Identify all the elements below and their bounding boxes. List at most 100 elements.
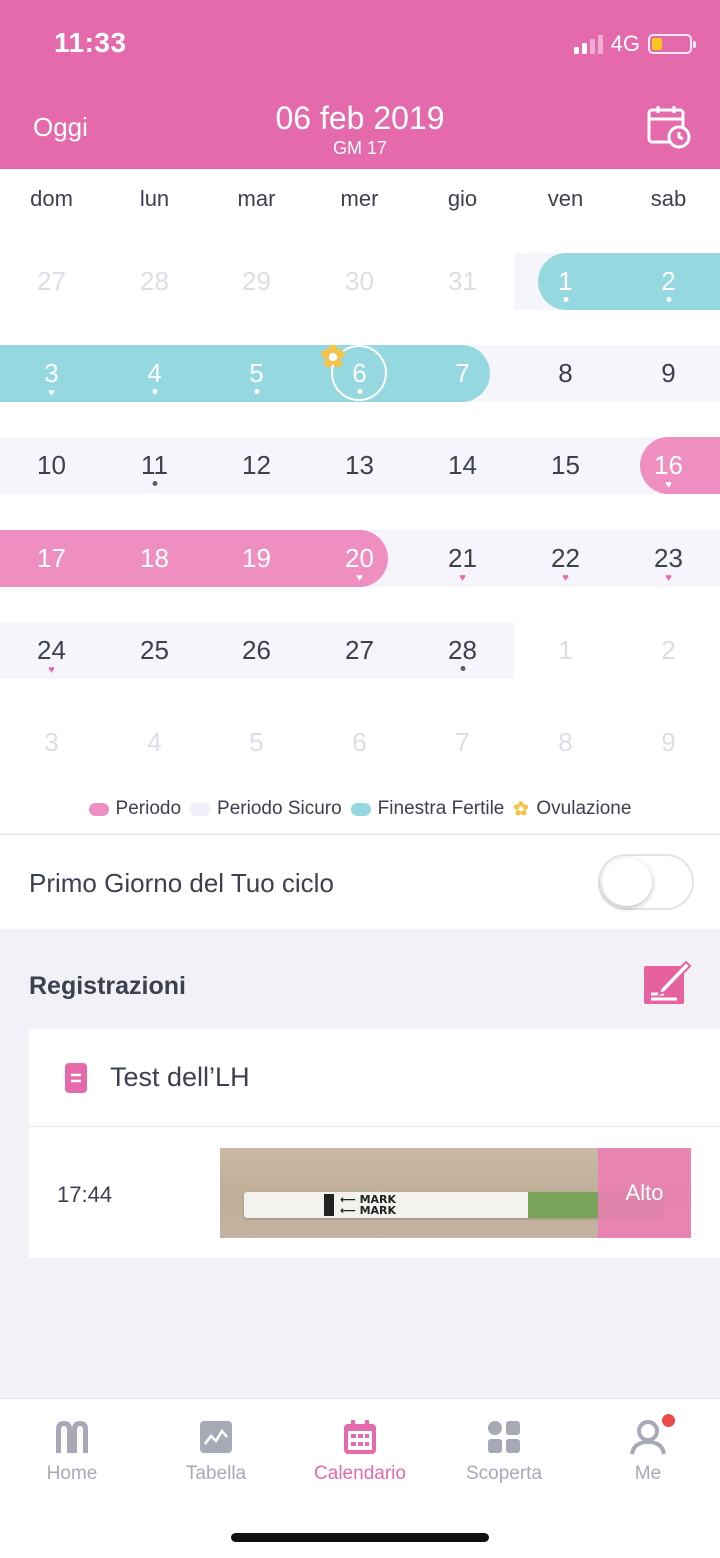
home-indicator[interactable]: [231, 1533, 489, 1542]
tab-home[interactable]: Home: [0, 1417, 144, 1485]
day-number: 22: [551, 543, 580, 573]
calendar-day[interactable]: 8: [514, 714, 617, 771]
calendar-clock-icon[interactable]: [646, 104, 692, 150]
day-number: 24: [37, 635, 66, 665]
tab-calendar[interactable]: Calendario: [288, 1417, 432, 1485]
heart-icon: ♥: [356, 572, 363, 584]
day-number: 23: [654, 543, 683, 573]
calendar-day[interactable]: 6: [308, 714, 411, 771]
calendar-day[interactable]: 18: [103, 530, 206, 587]
ovulation-flower-icon: [321, 344, 345, 368]
calendar-day[interactable]: 28: [103, 253, 206, 310]
network-type: 4G: [610, 31, 640, 56]
chart-icon: [200, 1421, 232, 1453]
tab-home-label: Home: [46, 1463, 98, 1484]
weekday-lun: lun: [139, 186, 170, 211]
calendar-day[interactable]: 8: [514, 345, 617, 402]
first-day-label: Primo Giorno del Tuo ciclo: [29, 868, 334, 898]
day-number: 20: [345, 543, 374, 573]
calendar-day[interactable]: 28: [411, 622, 514, 679]
calendar-day[interactable]: 17: [0, 530, 103, 587]
lh-strip-photo[interactable]: ⟵ MARK ⟵ MARK Alto: [220, 1148, 691, 1238]
calendar-day[interactable]: 9: [617, 714, 720, 771]
calendar-day[interactable]: 4: [103, 714, 206, 771]
weekday-mar: mar: [237, 186, 276, 211]
calendar-day[interactable]: 7: [411, 345, 514, 402]
calendar-day[interactable]: 23 ♥: [617, 530, 720, 587]
legend-safe: Periodo Sicuro: [190, 798, 342, 820]
calendar-day[interactable]: 12: [205, 437, 308, 494]
calendar-day[interactable]: 3: [0, 714, 103, 771]
calendar-day[interactable]: 10: [0, 437, 103, 494]
calendar-day[interactable]: 19: [205, 530, 308, 587]
document-icon: [65, 1063, 87, 1093]
day-number: 2: [661, 266, 676, 296]
lh-test-card[interactable]: Test dell’LH 17:44 ⟵ MARK ⟵ MARK Alto: [29, 1029, 720, 1258]
calendar-day[interactable]: 30: [308, 253, 411, 310]
calendar-day[interactable]: 11: [103, 437, 206, 494]
calendar-day[interactable]: 9: [617, 345, 720, 402]
calendar-day[interactable]: 25: [103, 622, 206, 679]
note-dot: [563, 297, 568, 302]
tab-discover[interactable]: Scoperta: [432, 1417, 576, 1485]
calendar-day[interactable]: 27: [308, 622, 411, 679]
day-number: 1: [558, 266, 573, 296]
note-dot: [152, 389, 157, 394]
header-date: 06 feb 2019: [275, 100, 445, 136]
calendar-icon: [344, 1420, 376, 1454]
notification-badge: [662, 1414, 675, 1427]
heart-icon: ♥: [665, 572, 672, 584]
calendar-day[interactable]: 24 ♥: [0, 622, 103, 679]
day-number: 4: [147, 358, 162, 388]
heart-icon: ♥: [665, 479, 672, 491]
calendar-day[interactable]: 15: [514, 437, 617, 494]
heart-icon: ♥: [459, 572, 466, 584]
tab-chart[interactable]: Tabella: [144, 1417, 288, 1485]
status-indicators: 4G: [573, 31, 696, 57]
calendar-day[interactable]: 7: [411, 714, 514, 771]
ovulation-flower-icon: [514, 801, 529, 816]
first-day-toggle[interactable]: [598, 854, 694, 910]
legend-fertile: Finestra Fertile: [350, 798, 504, 820]
heart-icon: ♥: [48, 664, 55, 676]
calendar-day[interactable]: 16 ♥: [617, 437, 720, 494]
edit-records-icon[interactable]: [642, 958, 692, 1006]
calendar-day[interactable]: 4: [103, 345, 206, 402]
calendar-grid: dom lun mar mer gio ven sab 27 28 29 30 …: [0, 169, 720, 833]
legend-ovulation: Ovulazione: [513, 798, 631, 820]
calendar-day[interactable]: 2: [617, 622, 720, 679]
calendar-day[interactable]: 26: [205, 622, 308, 679]
note-dot: [666, 297, 671, 302]
battery-icon: [648, 34, 696, 54]
calendar-day[interactable]: 3 ♥: [0, 345, 103, 402]
calendar-day[interactable]: 31: [411, 253, 514, 310]
calendar-day[interactable]: 14: [411, 437, 514, 494]
lh-test-title: Test dell’LH: [110, 1062, 250, 1092]
calendar-day[interactable]: 21 ♥: [411, 530, 514, 587]
legend-period: Periodo: [88, 798, 182, 820]
toggle-knob: [602, 858, 652, 906]
legend-period-label: Periodo: [115, 798, 182, 819]
calendar-day[interactable]: 27: [0, 253, 103, 310]
records-title: Registrazioni: [29, 972, 186, 1000]
day-number: 11: [141, 450, 168, 480]
heart-icon: ♥: [562, 572, 569, 584]
calendar-day[interactable]: 1: [514, 253, 617, 310]
first-day-row: Primo Giorno del Tuo ciclo: [0, 834, 720, 929]
tab-discover-label: Scoperta: [465, 1463, 543, 1484]
status-time: 11:33: [54, 27, 127, 58]
tab-me[interactable]: Me: [576, 1417, 720, 1485]
calendar-day[interactable]: 5: [205, 714, 308, 771]
calendar-day[interactable]: 5: [205, 345, 308, 402]
calendar-day[interactable]: 22 ♥: [514, 530, 617, 587]
calendar-day[interactable]: 13: [308, 437, 411, 494]
legend-safe-label: Periodo Sicuro: [217, 798, 342, 819]
home-icon: [56, 1421, 88, 1453]
cycle-day: GM 17: [332, 138, 388, 158]
day-number: 3: [44, 358, 59, 388]
app-header: 11:33 4G Oggi 06 feb 2019 GM 17: [0, 0, 720, 169]
calendar-day[interactable]: 20 ♥: [308, 530, 411, 587]
calendar-day[interactable]: 29: [205, 253, 308, 310]
calendar-day[interactable]: 2: [617, 253, 720, 310]
calendar-day[interactable]: 1: [514, 622, 617, 679]
